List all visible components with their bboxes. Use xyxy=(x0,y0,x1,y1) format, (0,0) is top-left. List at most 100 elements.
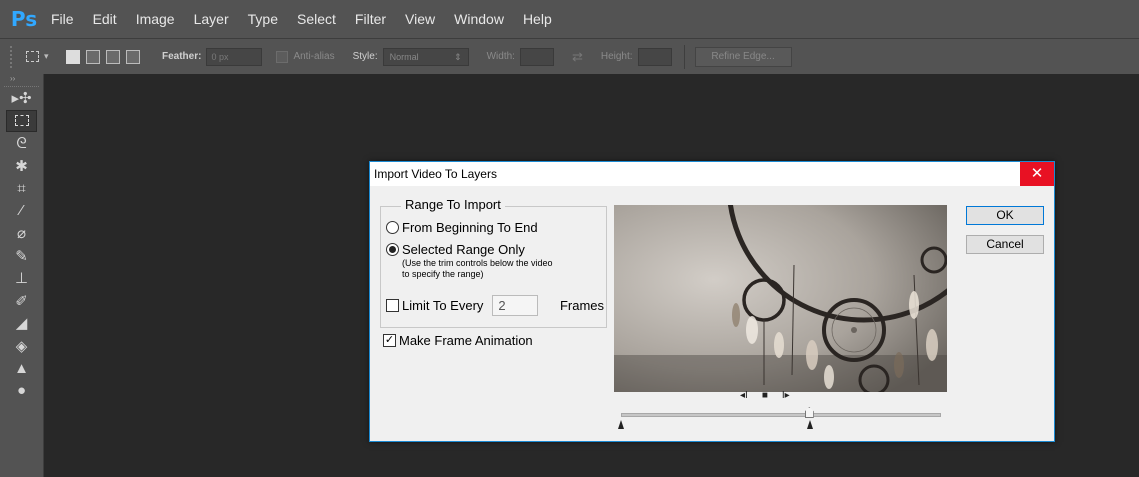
limit-frames-input[interactable]: 2 xyxy=(492,295,539,316)
width-label: Width: xyxy=(486,51,515,62)
menu-image[interactable]: Image xyxy=(136,11,175,27)
move-icon: ▸✣ xyxy=(11,90,32,108)
menu-edit[interactable]: Edit xyxy=(93,11,117,27)
eraser-tool[interactable]: ◢ xyxy=(0,312,43,335)
refine-edge-button[interactable]: Refine Edge... xyxy=(694,46,792,67)
paint-bucket-tool[interactable]: ◈ xyxy=(0,335,43,358)
option-selected-range[interactable]: Selected Range Only xyxy=(386,242,525,257)
rect-marquee-icon xyxy=(26,51,39,62)
trim-hint-text: (Use the trim controls below the video t… xyxy=(402,258,553,279)
make-animation-checkbox[interactable]: ✓ xyxy=(383,334,396,347)
dreamcatcher-image xyxy=(614,205,947,392)
brush-tool[interactable]: ✎ xyxy=(0,245,43,268)
ok-button[interactable]: OK xyxy=(966,206,1044,225)
swap-dimensions-icon[interactable]: ⇄ xyxy=(572,49,583,65)
dialog-title: Import Video To Layers xyxy=(374,167,497,181)
menu-type[interactable]: Type xyxy=(248,11,278,27)
import-video-dialog: Import Video To Layers ✕ Range To Import… xyxy=(369,161,1055,442)
healing-brush-icon: ⌀ xyxy=(16,225,27,243)
option-full-range[interactable]: From Beginning To End xyxy=(386,220,538,235)
checkmark-icon: ✓ xyxy=(384,334,395,346)
tool-preset-picker[interactable]: ▾ xyxy=(26,46,58,68)
limit-frames-row: Limit To Every 2 Frames xyxy=(386,295,604,316)
dodge-tool[interactable]: ● xyxy=(0,380,43,403)
history-brush-tool[interactable]: ✐ xyxy=(0,290,43,313)
range-to-import-group: Range To Import From Beginning To End Se… xyxy=(380,197,607,328)
style-label: Style: xyxy=(352,51,378,62)
menu-bar: Ps File Edit Image Layer Type Select Fil… xyxy=(0,0,1139,38)
chevron-down-icon: ▾ xyxy=(44,51,49,61)
add-to-selection-button[interactable] xyxy=(86,49,100,64)
style-select[interactable]: Normal ⇕ xyxy=(382,47,469,66)
step-back-icon[interactable]: ◂I xyxy=(740,390,748,401)
style-value: Normal xyxy=(389,51,419,62)
collapse-panel-icon[interactable]: ›› xyxy=(4,74,39,87)
new-selection-button[interactable] xyxy=(66,49,80,64)
menu-select[interactable]: Select xyxy=(297,11,336,27)
close-button[interactable]: ✕ xyxy=(1020,162,1054,186)
stop-icon[interactable]: ■ xyxy=(762,390,768,401)
photoshop-window: Ps File Edit Image Layer Type Select Fil… xyxy=(0,0,1139,477)
eyedropper-tool[interactable]: ⁄ xyxy=(0,200,43,223)
healing-brush-tool[interactable]: ⌀ xyxy=(0,222,43,245)
tools-panel: ›› ▸✣ ᘓ ✱ ⌗ ⁄ ⌀ ✎ ⊥ ✐ ◢ ◈ ▲ ● xyxy=(0,74,44,477)
menu-window[interactable]: Window xyxy=(454,11,504,27)
width-input[interactable] xyxy=(519,47,554,66)
eyedropper-icon: ⁄ xyxy=(20,202,23,220)
feather-label: Feather: xyxy=(162,51,202,62)
antialias-label: Anti-alias xyxy=(293,51,335,62)
updown-arrows-icon: ⇕ xyxy=(454,51,462,62)
transport-controls: ◂I ■ I▸ xyxy=(740,390,790,401)
subtract-from-selection-button[interactable] xyxy=(106,49,120,64)
app-logo: Ps xyxy=(10,7,38,31)
lasso-tool[interactable]: ᘓ xyxy=(0,132,43,155)
blur-icon: ▲ xyxy=(14,359,29,377)
blur-tool[interactable]: ▲ xyxy=(0,357,43,380)
radio-selected-range[interactable] xyxy=(386,243,399,256)
range-group-label: Range To Import xyxy=(401,197,505,212)
menu-file[interactable]: File xyxy=(51,11,74,27)
frames-label: Frames xyxy=(559,298,604,313)
divider xyxy=(683,44,685,69)
make-animation-label: Make Frame Animation xyxy=(399,333,533,348)
paint-bucket-icon: ◈ xyxy=(15,337,28,355)
feather-input[interactable]: 0 px xyxy=(206,47,263,66)
cancel-button[interactable]: Cancel xyxy=(966,235,1044,254)
quick-selection-tool[interactable]: ✱ xyxy=(0,155,43,178)
history-brush-icon: ✐ xyxy=(15,292,28,310)
marquee-icon xyxy=(14,115,29,127)
options-bar-grip[interactable] xyxy=(10,45,16,68)
options-bar: ▾ Feather: 0 px Anti-alias Style: Normal… xyxy=(0,38,1139,74)
menu-filter[interactable]: Filter xyxy=(355,11,386,27)
trim-start-handle[interactable] xyxy=(618,420,624,429)
make-animation-row[interactable]: ✓ Make Frame Animation xyxy=(383,333,533,348)
menu-help[interactable]: Help xyxy=(523,11,552,27)
limit-label: Limit To Every xyxy=(402,298,484,313)
trim-slider-track[interactable] xyxy=(621,413,941,417)
clone-stamp-tool[interactable]: ⊥ xyxy=(0,267,43,290)
height-input[interactable] xyxy=(637,47,672,66)
dialog-titlebar[interactable]: Import Video To Layers ✕ xyxy=(370,162,1054,186)
dodge-icon: ● xyxy=(16,382,27,400)
close-icon: ✕ xyxy=(1030,165,1044,182)
step-forward-icon[interactable]: I▸ xyxy=(782,390,790,401)
playhead-thumb[interactable] xyxy=(804,407,814,418)
crop-icon: ⌗ xyxy=(17,179,26,197)
eraser-icon: ◢ xyxy=(15,315,28,333)
move-tool[interactable]: ▸✣ xyxy=(0,87,43,110)
option-full-label: From Beginning To End xyxy=(402,220,538,235)
menu-view[interactable]: View xyxy=(405,11,435,27)
menu-layer[interactable]: Layer xyxy=(194,11,229,27)
trim-end-handle[interactable] xyxy=(806,420,813,429)
limit-checkbox[interactable] xyxy=(386,299,399,312)
quick-selection-icon: ✱ xyxy=(15,157,28,175)
intersect-selection-button[interactable] xyxy=(126,49,140,64)
lasso-icon: ᘓ xyxy=(16,134,27,152)
radio-full-range[interactable] xyxy=(386,221,399,234)
antialias-checkbox[interactable] xyxy=(276,50,289,63)
marquee-tool[interactable] xyxy=(6,109,37,132)
brush-icon: ✎ xyxy=(15,247,28,265)
height-label: Height: xyxy=(600,51,633,62)
crop-tool[interactable]: ⌗ xyxy=(0,177,43,200)
clone-stamp-icon: ⊥ xyxy=(14,270,29,288)
